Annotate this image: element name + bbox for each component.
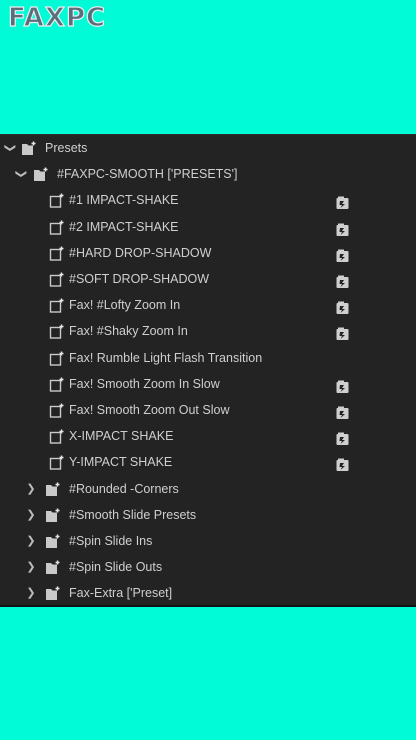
preset-label: X-IMPACT SHAKE (69, 429, 174, 444)
preset-item[interactable]: Fax! Smooth Zoom Out Slow (0, 397, 416, 423)
preset-label: #1 IMPACT-SHAKE (69, 193, 179, 208)
folder-label: #Spin Slide Ins (69, 534, 153, 548)
chevron-right-icon[interactable]: ❯ (24, 554, 38, 580)
preset-label: Fax! #Shaky Zoom In (69, 324, 188, 339)
folder-label: #FAXPC-SMOOTH ['PRESETS'] (57, 167, 238, 181)
preset-label: Y-IMPACT SHAKE (69, 455, 173, 470)
folder-label: #Smooth Slide Presets (69, 507, 197, 522)
preset-item[interactable]: #SOFT DROP-SHADOW (0, 266, 416, 292)
tree-folder-item[interactable]: ❯ #Rounded -Corners (0, 476, 416, 502)
preset-label: #HARD DROP-SHADOW (69, 245, 212, 260)
preset-item[interactable]: #2 IMPACT-SHAKE (0, 214, 416, 240)
preset-label: Fax! #Lofty Zoom In (69, 298, 181, 313)
tree-folder-item[interactable]: ❯ #Spin Slide Outs (0, 554, 416, 580)
preset-item[interactable]: Fax! #Lofty Zoom In (0, 292, 416, 318)
folder-label: Fax-Extra ['Preset] (69, 586, 173, 601)
preset-item[interactable]: X-IMPACT SHAKE (0, 423, 416, 449)
folder-icon (45, 585, 63, 611)
tree-folder-presets[interactable]: ❯ Presets (0, 135, 416, 161)
folder-label: #Spin Slide Outs (69, 560, 163, 575)
tree-folder-item[interactable]: ❯ #Spin Slide Ins (0, 528, 416, 554)
preset-label: Fax! Smooth Zoom Out Slow (69, 403, 230, 417)
chevron-down-icon[interactable]: ❯ (0, 141, 23, 155)
chevron-right-icon[interactable]: ❯ (24, 502, 38, 528)
faxpc-logo: FAXPC (7, 2, 107, 33)
preset-item[interactable]: Fax! Rumble Light Flash Transition (0, 345, 416, 371)
preset-label: Fax! Rumble Light Flash Transition (69, 350, 263, 365)
tree-folder-item[interactable]: ❯ Fax-Extra ['Preset] (0, 580, 416, 606)
tree-folder-item[interactable]: ❯ #Smooth Slide Presets (0, 502, 416, 528)
chevron-right-icon[interactable]: ❯ (24, 476, 38, 502)
folder-label: Presets (45, 141, 88, 155)
preset-item[interactable]: #HARD DROP-SHADOW (0, 240, 416, 266)
preset-item[interactable]: Y-IMPACT SHAKE (0, 449, 416, 475)
preset-label: #2 IMPACT-SHAKE (69, 219, 179, 234)
presets-tree-panel: ❯ Presets ❯ #FAXPC-SMOOTH ['PRESETS'] #1… (0, 134, 416, 607)
chevron-right-icon[interactable]: ❯ (24, 580, 38, 606)
preset-item[interactable]: Fax! Smooth Zoom In Slow (0, 371, 416, 397)
preset-item[interactable]: #1 IMPACT-SHAKE (0, 187, 416, 213)
chevron-down-icon[interactable]: ❯ (8, 167, 34, 181)
folder-label: #Rounded -Corners (69, 481, 179, 496)
preset-label: Fax! Smooth Zoom In Slow (69, 376, 220, 391)
preset-label: #SOFT DROP-SHADOW (69, 272, 210, 286)
tree-folder-faxpc-smooth[interactable]: ❯ #FAXPC-SMOOTH ['PRESETS'] (0, 161, 416, 187)
chevron-right-icon[interactable]: ❯ (24, 528, 38, 554)
preset-item[interactable]: Fax! #Shaky Zoom In (0, 318, 416, 344)
